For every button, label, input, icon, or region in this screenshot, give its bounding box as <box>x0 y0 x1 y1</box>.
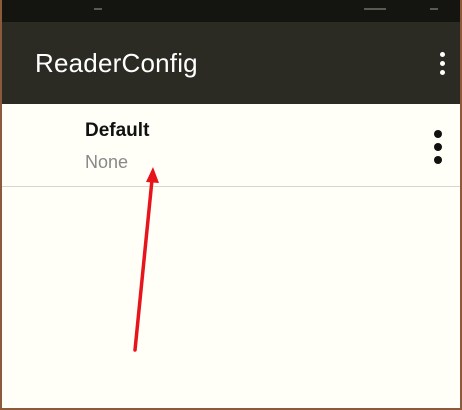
status-icon <box>94 8 102 10</box>
more-vert-icon-dot <box>439 70 445 75</box>
item-overflow-menu-button[interactable] <box>428 128 448 168</box>
arrow-shaft <box>133 178 154 352</box>
list-item-default[interactable]: Default None <box>2 104 460 187</box>
more-vert-icon-dot <box>439 61 445 66</box>
reader-config-list: Default None <box>2 104 460 187</box>
status-icon <box>364 8 386 10</box>
app-bar: ReaderConfig <box>2 22 460 104</box>
more-vert-icon <box>439 52 445 57</box>
overflow-menu-button[interactable] <box>430 48 454 80</box>
status-bar <box>2 0 460 22</box>
list-item-title: Default <box>85 120 150 141</box>
status-icon <box>430 8 438 10</box>
app-title: ReaderConfig <box>35 48 198 78</box>
list-item-subtitle: None <box>85 152 129 172</box>
device-screen: ReaderConfig Default None <box>0 0 462 410</box>
more-vert-icon-dot <box>434 143 442 151</box>
more-vert-icon <box>434 130 442 138</box>
more-vert-icon-dot <box>434 156 442 164</box>
